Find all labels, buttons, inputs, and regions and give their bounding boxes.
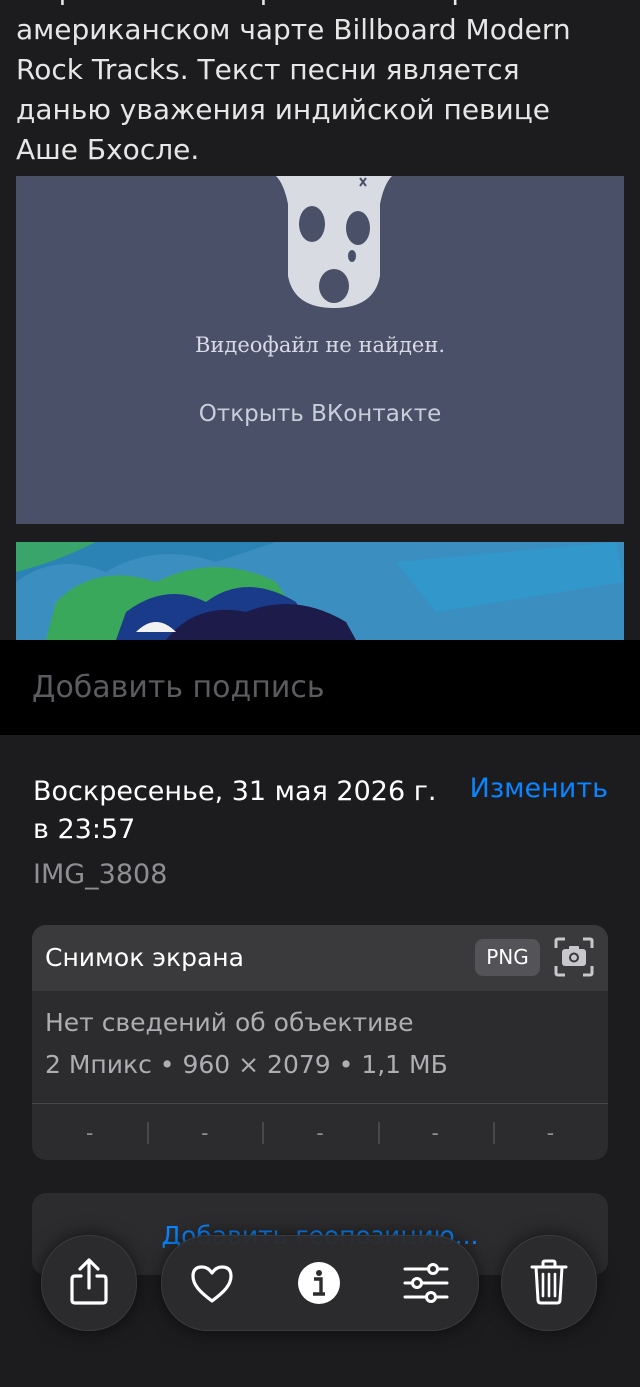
article-line: Аше Бхосле. xyxy=(16,133,200,166)
lens-info: Нет сведений об объективе xyxy=(45,1008,414,1037)
share-button[interactable] xyxy=(41,1235,137,1331)
exif-aperture: - xyxy=(377,1104,493,1160)
article-line: данью уважения индийской певице xyxy=(16,93,551,126)
article-text: в британском чарте и 18-й строчки в амер… xyxy=(16,0,626,170)
article-line: Rock Tracks. Текст песни является xyxy=(16,53,520,86)
exif-row: - - - - - xyxy=(32,1103,608,1160)
caption-bar[interactable]: Добавить подпись xyxy=(0,640,640,735)
caption-input[interactable]: Добавить подпись xyxy=(32,670,325,705)
heart-icon[interactable] xyxy=(190,1264,234,1304)
delete-button[interactable] xyxy=(501,1235,597,1331)
video-error-text: Видеофайл не найден. xyxy=(194,333,446,357)
date-time: Воскресенье, 31 мая 2026 г. в 23:57 xyxy=(33,773,453,849)
info-icon[interactable] xyxy=(297,1261,341,1305)
open-vk-link[interactable]: Открыть ВКонтакте xyxy=(16,401,624,427)
screenshot-icon xyxy=(554,937,594,977)
adjust-icon[interactable] xyxy=(403,1263,449,1303)
article-background: в британском чарте и 18-й строчки в амер… xyxy=(0,0,640,640)
share-icon xyxy=(70,1258,108,1305)
actions-pill xyxy=(161,1235,479,1331)
date-text: Воскресенье, 31 мая 2026 г. xyxy=(33,776,437,807)
exif-iso: - xyxy=(85,1120,94,1145)
article-image xyxy=(16,542,624,640)
exif-shutter: - xyxy=(492,1104,608,1160)
article-line: в британском чарте и 18-й строчки в xyxy=(16,0,626,10)
artwork-image xyxy=(16,542,624,640)
edit-date-button[interactable]: Изменить xyxy=(470,773,608,804)
format-badge: PNG xyxy=(475,939,540,976)
trash-icon xyxy=(530,1259,568,1305)
capture-type: Снимок экрана xyxy=(45,943,244,972)
metadata-card-header: Снимок экрана PNG xyxy=(32,925,608,991)
video-placeholder: Видеофайл не найден. Открыть ВКонтакте xyxy=(16,176,624,524)
exif-focal: - xyxy=(147,1104,262,1160)
article-line: американском чарте Billboard Modern xyxy=(16,13,571,46)
filename: IMG_3808 xyxy=(33,859,168,890)
vk-ghost-icon xyxy=(276,176,392,308)
metadata-card: Снимок экрана PNG Нет сведений об объект… xyxy=(32,925,608,1160)
time-text: в 23:57 xyxy=(33,814,136,845)
image-specs: 2 Мпикс • 960 × 2079 • 1,1 МБ xyxy=(45,1050,448,1079)
exif-ev: - xyxy=(262,1104,377,1160)
